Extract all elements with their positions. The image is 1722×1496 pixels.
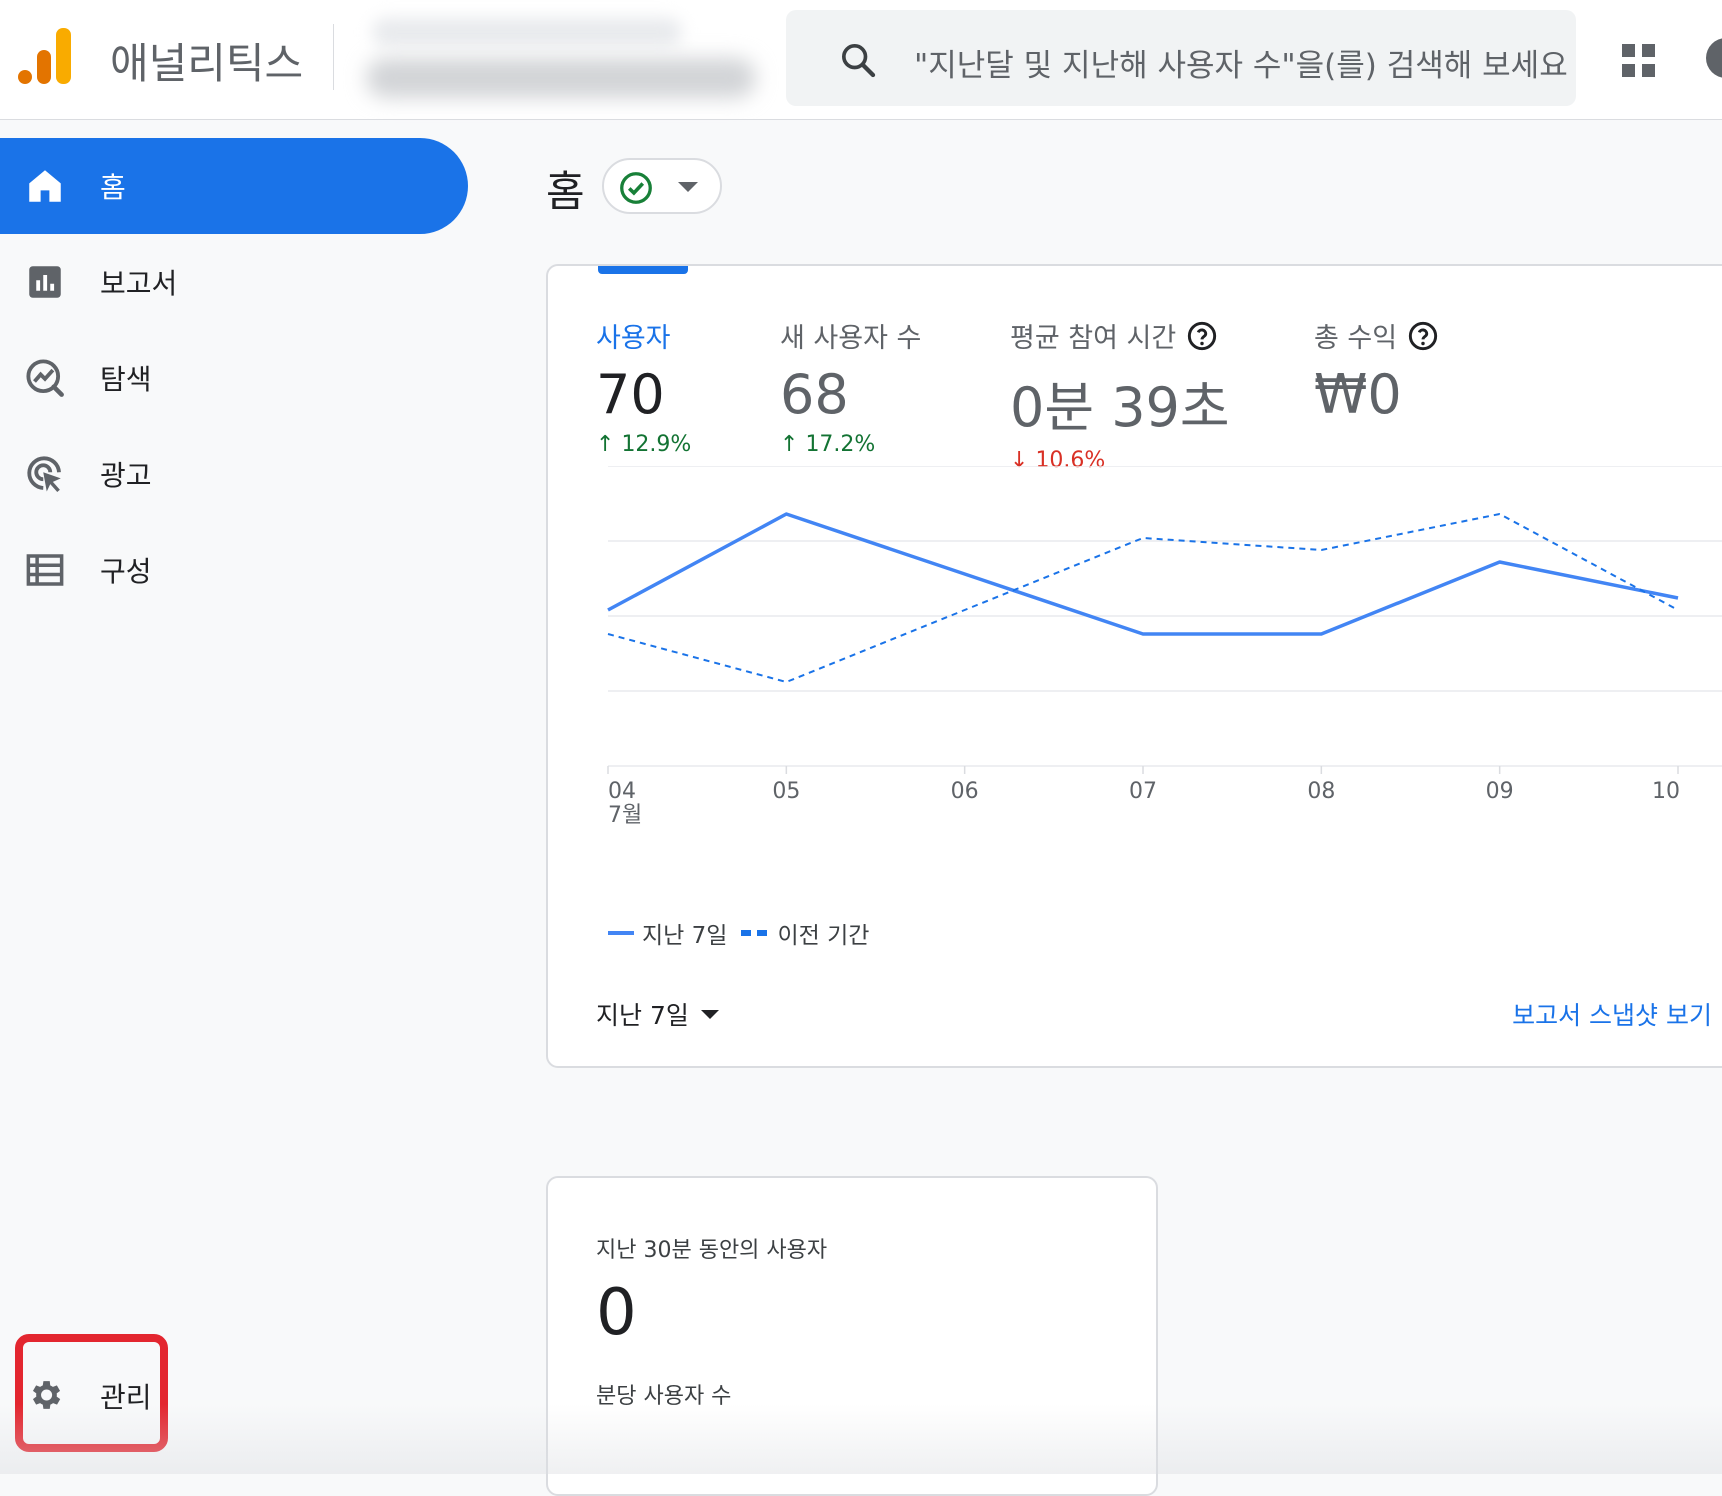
search-bar[interactable]: "지난달 및 지난해 사용자 수"을(를) 검색해 보세요	[786, 10, 1576, 106]
users-line-chart: 04 05 06 07 08 09 10 7월	[607, 466, 1722, 828]
x-tick-label: 04	[608, 779, 636, 804]
x-tick-label: 06	[951, 779, 979, 804]
search-input[interactable]: "지난달 및 지난해 사용자 수"을(를) 검색해 보세요	[914, 40, 1568, 85]
check-circle-icon	[620, 172, 652, 204]
top-app-bar: 애널리틱스 "지난달 및 지난해 사용자 수"을(를) 검색해 보세요	[0, 0, 1722, 120]
property-name-redacted	[366, 58, 756, 98]
sidebar-item-label: 보고서	[100, 267, 178, 300]
analytics-logo-icon[interactable]	[18, 28, 74, 84]
realtime-value: 0	[596, 1276, 637, 1350]
apps-grid-icon[interactable]	[1622, 44, 1656, 78]
metric-value: 70	[596, 363, 665, 426]
metric-users[interactable]: 사용자 70 ↑ 12.9%	[596, 316, 691, 457]
account-name-redacted	[372, 18, 682, 46]
view-report-snapshot-link[interactable]: 보고서 스냅샷 보기	[1512, 996, 1712, 1032]
sidebar-item-advertising[interactable]: 광고	[0, 426, 468, 522]
chevron-down-icon	[678, 182, 698, 192]
ads-cursor-icon	[27, 456, 61, 493]
metric-label: 평균 참여 시간	[1010, 323, 1177, 354]
search-icon	[842, 44, 876, 78]
help-circle-icon[interactable]	[1407, 320, 1439, 352]
sidebar-item-explore[interactable]: 탐색	[0, 330, 468, 426]
realtime-card: 지난 30분 동안의 사용자 0 분당 사용자 수	[546, 1176, 1158, 1496]
sidebar-item-configure[interactable]: 구성	[0, 522, 468, 618]
metric-label: 새 사용자 수	[780, 323, 922, 354]
status-dropdown-chip[interactable]	[602, 158, 722, 214]
overview-card: 사용자 70 ↑ 12.9% 새 사용자 수 68 ↑ 17.2% 평균 참여 …	[546, 264, 1722, 1068]
arrow-up-icon: ↑	[780, 432, 799, 457]
metric-new-users[interactable]: 새 사용자 수 68 ↑ 17.2%	[780, 316, 921, 457]
realtime-title: 지난 30분 동안의 사용자	[596, 1238, 828, 1263]
x-month-label: 7월	[608, 803, 642, 828]
list-icon	[26, 554, 64, 586]
metric-label: 총 수익	[1314, 323, 1398, 354]
x-tick-label: 10	[1652, 779, 1680, 804]
realtime-subtitle: 분당 사용자 수	[596, 1384, 732, 1409]
divider	[333, 24, 334, 90]
series-line-previous	[607, 513, 1679, 683]
x-tick-label: 08	[1307, 779, 1335, 804]
metric-label-row: 평균 참여 시간	[1010, 316, 1230, 355]
x-tick-label: 09	[1486, 779, 1514, 804]
sidebar-item-label: 광고	[100, 459, 152, 492]
bar-chart-icon	[29, 266, 61, 298]
date-range-dropdown[interactable]: 지난 7일	[596, 996, 719, 1032]
metric-avg-engagement[interactable]: 평균 참여 시간 0분 39초 ↓ 10.6%	[1010, 316, 1230, 473]
sidebar-item-admin[interactable]: 관리	[100, 1376, 152, 1416]
sidebar-nav: 홈 보고서 탐색 광고 구성	[0, 120, 480, 1474]
legend-solid-swatch	[608, 931, 634, 935]
sidebar-item-label: 홈	[100, 171, 126, 204]
home-icon	[29, 170, 61, 202]
metric-value: 0분 39초	[1010, 376, 1230, 439]
metric-delta: ↑ 17.2%	[780, 432, 921, 457]
metric-total-revenue[interactable]: 총 수익 ₩0	[1314, 316, 1439, 426]
legend-previous: 이전 기간	[777, 923, 870, 949]
arrow-up-icon: ↑	[596, 432, 615, 457]
sidebar-item-label: 구성	[100, 555, 152, 588]
help-circle-icon[interactable]	[1186, 320, 1218, 352]
brand-name[interactable]: 애널리틱스	[110, 30, 303, 91]
sidebar-item-label: 탐색	[100, 363, 152, 396]
delta-value: 12.9%	[621, 432, 692, 457]
sidebar-item-reports[interactable]: 보고서	[0, 234, 468, 330]
metric-value: ₩0	[1314, 363, 1402, 426]
chart-legend: 지난 7일 이전 기간	[608, 916, 869, 950]
active-tab-indicator	[598, 266, 688, 274]
date-range-label: 지난 7일	[596, 1001, 689, 1030]
gear-icon[interactable]	[26, 1376, 64, 1414]
metric-value: 68	[780, 363, 849, 426]
delta-value: 17.2%	[805, 432, 876, 457]
explore-icon	[26, 359, 64, 397]
x-tick-label: 07	[1129, 779, 1157, 804]
legend-dashed-swatch	[741, 930, 768, 936]
page-title: 홈	[546, 167, 585, 216]
legend-current: 지난 7일	[642, 923, 728, 949]
x-tick-label: 05	[772, 779, 800, 804]
metric-delta: ↑ 12.9%	[596, 432, 691, 457]
help-icon[interactable]	[1706, 38, 1722, 78]
chevron-down-icon	[700, 1009, 719, 1019]
account-selector[interactable]	[352, 10, 772, 106]
metric-label-row: 총 수익	[1314, 316, 1439, 355]
metric-label: 사용자	[596, 323, 671, 354]
sidebar-item-home[interactable]: 홈	[0, 138, 468, 234]
